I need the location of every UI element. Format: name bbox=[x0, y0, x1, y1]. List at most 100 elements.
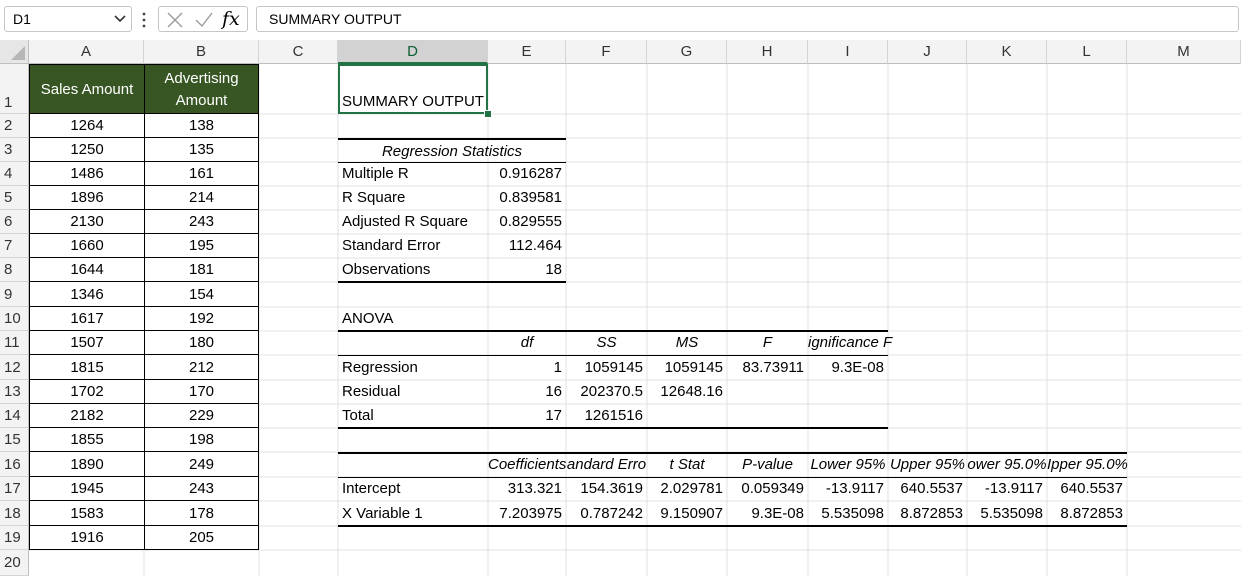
advertising-amount-cell[interactable]: 205 bbox=[144, 525, 259, 550]
regstat-value[interactable]: 0.916287 bbox=[488, 162, 562, 186]
coef-value-cell[interactable]: -13.9117 bbox=[808, 477, 884, 501]
sales-amount-cell[interactable]: 1486 bbox=[29, 161, 145, 186]
coef-value-cell[interactable]: 8.872853 bbox=[888, 501, 963, 526]
advertising-amount-cell[interactable]: 135 bbox=[144, 137, 259, 162]
regression-statistics-heading[interactable]: Regression Statistics bbox=[338, 138, 566, 162]
sales-amount-cell[interactable]: 1346 bbox=[29, 281, 145, 307]
anova-f-cell[interactable]: 83.73911 bbox=[727, 355, 804, 380]
sales-amount-cell[interactable]: 1945 bbox=[29, 476, 145, 501]
anova-df-cell[interactable]: 17 bbox=[488, 404, 562, 428]
anova-header-0[interactable]: df bbox=[488, 331, 566, 355]
column-header-l[interactable]: L bbox=[1047, 40, 1127, 64]
sales-amount-cell[interactable]: 1890 bbox=[29, 451, 145, 477]
coef-header-7[interactable]: Ipper 95.0% bbox=[1047, 452, 1128, 477]
row-header-1[interactable]: 1 bbox=[0, 64, 29, 114]
coef-header-6[interactable]: ower 95.0% bbox=[967, 452, 1047, 477]
regstat-label[interactable]: Standard Error bbox=[342, 234, 440, 258]
regstat-label[interactable]: Adjusted R Square bbox=[342, 210, 468, 234]
coef-value-cell[interactable]: 0.059349 bbox=[727, 477, 804, 501]
coef-value-cell[interactable]: 7.203975 bbox=[488, 501, 562, 526]
advertising-amount-cell[interactable]: 198 bbox=[144, 427, 259, 452]
formula-input[interactable]: SUMMARY OUTPUT bbox=[256, 6, 1239, 32]
row-header-14[interactable]: 14 bbox=[0, 404, 29, 428]
coef-value-cell[interactable]: 640.5537 bbox=[1047, 477, 1123, 501]
advertising-amount-cell[interactable]: 249 bbox=[144, 451, 259, 477]
coef-header-4[interactable]: Lower 95% bbox=[808, 452, 888, 477]
column-header-m[interactable]: M bbox=[1127, 40, 1241, 64]
coef-value-cell[interactable]: 5.535098 bbox=[808, 501, 884, 526]
sales-amount-cell[interactable]: 1250 bbox=[29, 137, 145, 162]
row-header-17[interactable]: 17 bbox=[0, 477, 29, 501]
regstat-value[interactable]: 18 bbox=[488, 258, 562, 282]
anova-title[interactable]: ANOVA bbox=[342, 307, 393, 331]
coef-value-cell[interactable]: 154.3619 bbox=[566, 477, 643, 501]
row-header-6[interactable]: 6 bbox=[0, 210, 29, 234]
regstat-value[interactable]: 112.464 bbox=[488, 234, 562, 258]
sales-amount-cell[interactable]: 1702 bbox=[29, 379, 145, 404]
advertising-amount-cell[interactable]: 154 bbox=[144, 281, 259, 307]
row-header-15[interactable]: 15 bbox=[0, 428, 29, 452]
column-header-c[interactable]: C bbox=[259, 40, 338, 64]
advertising-amount-cell[interactable]: 161 bbox=[144, 161, 259, 186]
regstat-label[interactable]: Observations bbox=[342, 258, 430, 282]
coef-row-label[interactable]: Intercept bbox=[342, 477, 400, 501]
advertising-amount-cell[interactable]: 243 bbox=[144, 209, 259, 234]
advertising-amount-cell[interactable]: 181 bbox=[144, 257, 259, 282]
coef-value-cell[interactable]: 313.321 bbox=[488, 477, 562, 501]
anova-row-label[interactable]: Total bbox=[342, 404, 374, 428]
row-header-16[interactable]: 16 bbox=[0, 452, 29, 477]
enter-check-icon[interactable] bbox=[194, 11, 214, 29]
coef-header-5[interactable]: Upper 95% bbox=[888, 452, 967, 477]
select-all-corner[interactable] bbox=[0, 40, 29, 64]
header-advertising-amount[interactable]: Advertising Amount bbox=[144, 64, 259, 114]
regstat-value[interactable]: 0.829555 bbox=[488, 210, 562, 234]
sales-amount-cell[interactable]: 1896 bbox=[29, 185, 145, 210]
advertising-amount-cell[interactable]: 229 bbox=[144, 403, 259, 428]
column-header-j[interactable]: J bbox=[888, 40, 967, 64]
sales-amount-cell[interactable]: 1583 bbox=[29, 500, 145, 526]
column-header-h[interactable]: H bbox=[727, 40, 808, 64]
anova-ms-cell[interactable]: 1059145 bbox=[647, 355, 723, 380]
coef-value-cell[interactable]: 0.787242 bbox=[566, 501, 643, 526]
anova-row-label[interactable]: Regression bbox=[342, 355, 418, 380]
worksheet-grid[interactable]: ABCDEFGHIJKLM 1 2 3 4 5 6 7 8 9 10 11 12 13 14 15 16 17 1… bbox=[0, 40, 1241, 576]
summary-title[interactable]: SUMMARY OUTPUT bbox=[342, 93, 484, 110]
coef-header-3[interactable]: P-value bbox=[727, 452, 808, 477]
anova-row-label[interactable]: Residual bbox=[342, 380, 400, 404]
row-header-18[interactable]: 18 bbox=[0, 501, 29, 526]
sales-amount-cell[interactable]: 1815 bbox=[29, 354, 145, 380]
advertising-amount-cell[interactable]: 192 bbox=[144, 306, 259, 331]
sales-amount-cell[interactable]: 2130 bbox=[29, 209, 145, 234]
row-header-8[interactable]: 8 bbox=[0, 258, 29, 282]
anova-ms-cell[interactable]: 12648.16 bbox=[647, 380, 723, 404]
row-header-2[interactable]: 2 bbox=[0, 114, 29, 138]
coef-value-cell[interactable]: 5.535098 bbox=[967, 501, 1043, 526]
insert-function-icon[interactable]: fx bbox=[222, 7, 240, 31]
coef-header-2[interactable]: t Stat bbox=[647, 452, 727, 477]
anova-header-1[interactable]: SS bbox=[566, 331, 647, 355]
advertising-amount-cell[interactable]: 178 bbox=[144, 500, 259, 526]
column-header-k[interactable]: K bbox=[967, 40, 1047, 64]
coef-value-cell[interactable]: -13.9117 bbox=[967, 477, 1043, 501]
anova-header-3[interactable]: F bbox=[727, 331, 808, 355]
name-box[interactable]: D1 bbox=[4, 6, 132, 32]
fill-handle[interactable] bbox=[484, 110, 492, 118]
anova-df-cell[interactable]: 16 bbox=[488, 380, 562, 404]
anova-ss-cell[interactable]: 1261516 bbox=[566, 404, 643, 428]
coef-value-cell[interactable]: 8.872853 bbox=[1047, 501, 1123, 526]
advertising-amount-cell[interactable]: 195 bbox=[144, 233, 259, 258]
advertising-amount-cell[interactable]: 212 bbox=[144, 354, 259, 380]
row-header-3[interactable]: 3 bbox=[0, 138, 29, 162]
column-header-g[interactable]: G bbox=[647, 40, 727, 64]
sales-amount-cell[interactable]: 2182 bbox=[29, 403, 145, 428]
row-header-5[interactable]: 5 bbox=[0, 186, 29, 210]
column-header-e[interactable]: E bbox=[488, 40, 566, 64]
sales-amount-cell[interactable]: 1916 bbox=[29, 525, 145, 550]
chevron-down-icon[interactable] bbox=[113, 12, 127, 26]
row-header-10[interactable]: 10 bbox=[0, 307, 29, 331]
anova-sig-cell[interactable]: 9.3E-08 bbox=[808, 355, 884, 380]
column-header-d[interactable]: D bbox=[338, 40, 488, 64]
more-options-icon[interactable] bbox=[141, 10, 147, 30]
sales-amount-cell[interactable]: 1507 bbox=[29, 330, 145, 355]
anova-ss-cell[interactable]: 202370.5 bbox=[566, 380, 643, 404]
